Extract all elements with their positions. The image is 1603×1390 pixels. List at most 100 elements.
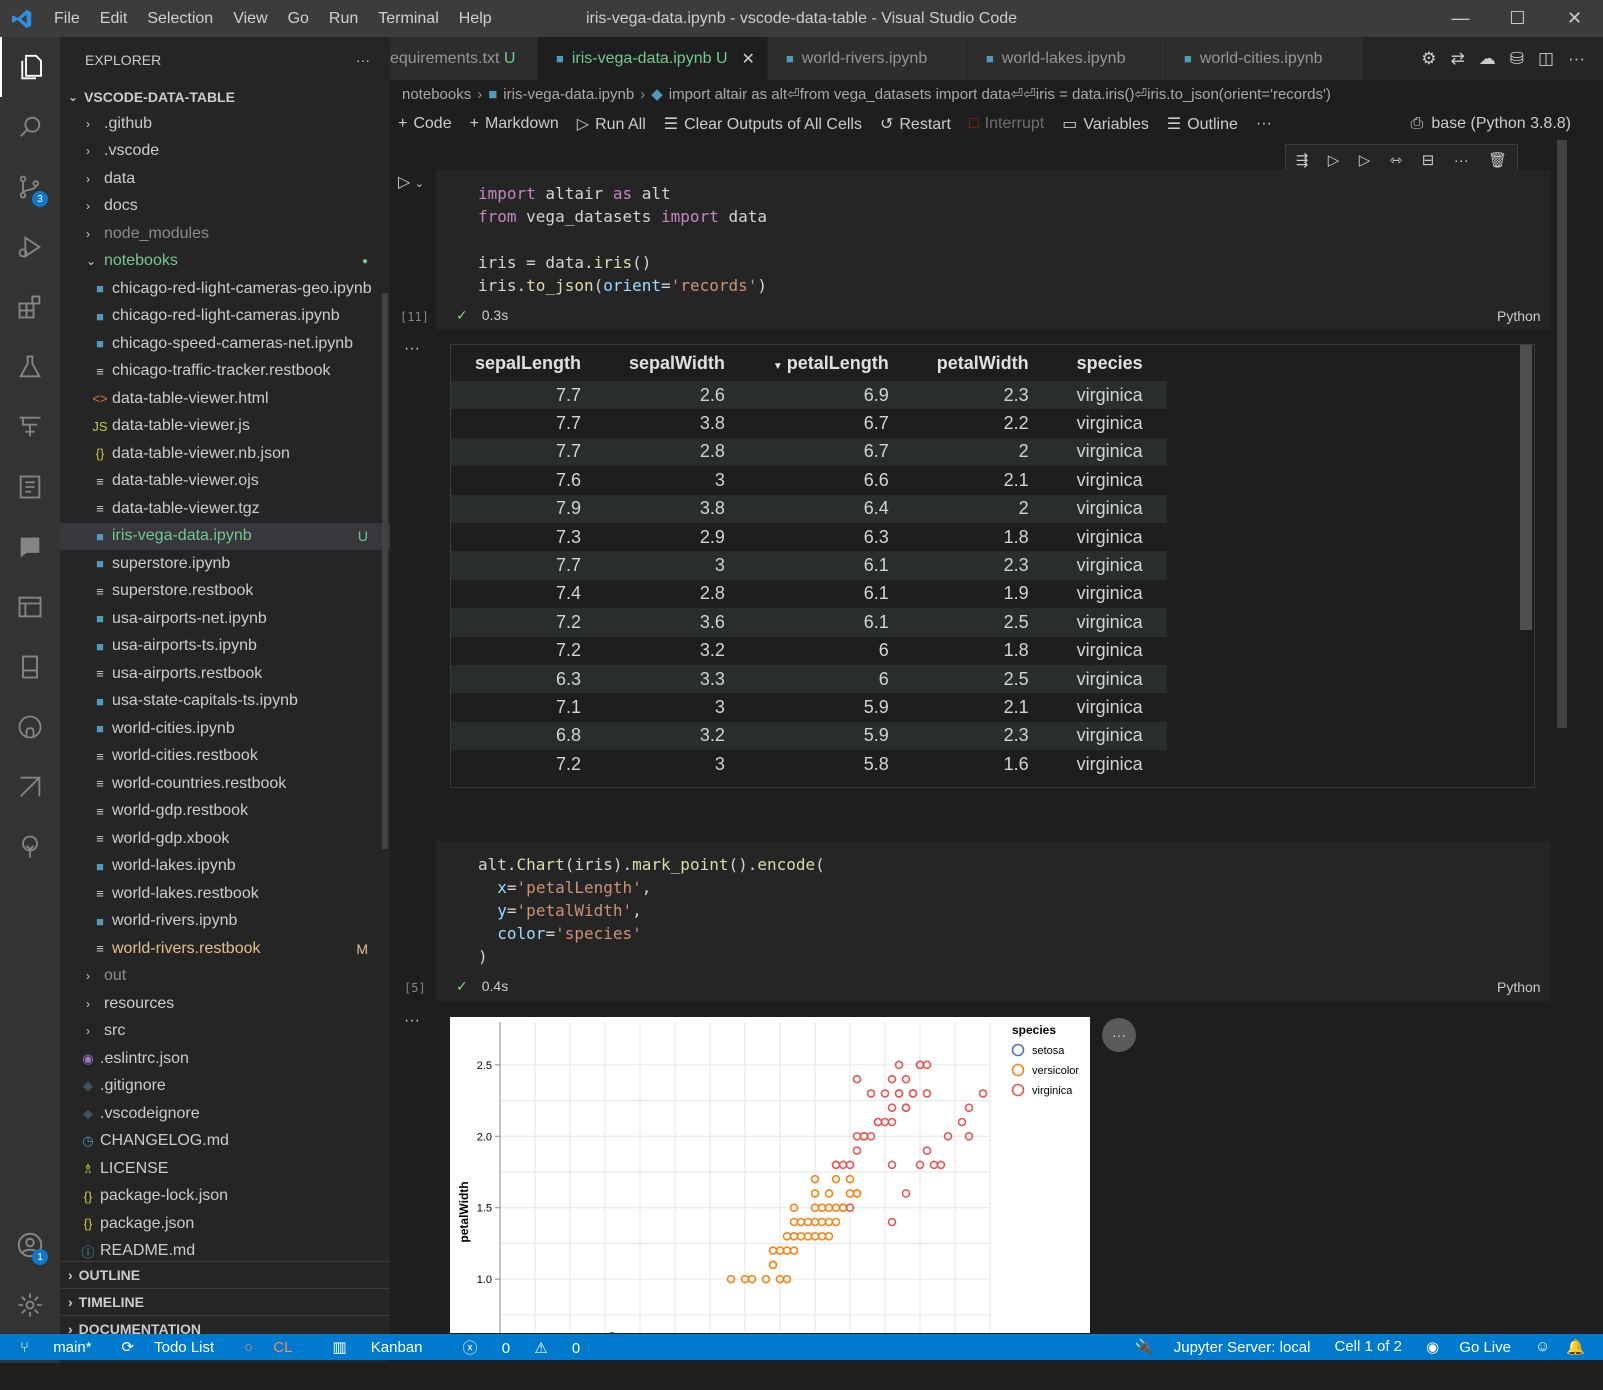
code-editor-1[interactable]: import altair as alt from vega_datasets … (436, 170, 1551, 309)
file-item[interactable]: {} package.json (60, 1210, 390, 1238)
bookmark-icon[interactable] (0, 637, 60, 697)
file-item[interactable]: ≡ world-rivers.restbook M (60, 935, 390, 963)
table-row[interactable]: 7.3 2.9 6.3 1.8 virginica (451, 523, 1167, 551)
table-row[interactable]: 7.7 2.8 6.7 2 virginica (451, 437, 1167, 467)
add-markdown-button[interactable]: + Markdown (470, 115, 559, 133)
file-item[interactable]: ♗ LICENSE (60, 1155, 390, 1183)
file-item[interactable]: ≡ world-countries.restbook (60, 770, 390, 798)
tab-requirements[interactable]: equirements.txt U (390, 37, 538, 80)
file-item[interactable]: ≡ chicago-traffic-tracker.restbook (60, 358, 390, 386)
table-row[interactable]: 7.7 2.6 6.9 2.3 virginica (451, 381, 1167, 410)
live-share-tab-icon[interactable]: ☁ (1479, 49, 1496, 69)
file-item[interactable]: ◷ CHANGELOG.md (60, 1128, 390, 1156)
interrupt-button[interactable]: □ Interrupt (969, 115, 1044, 133)
run-cell-button[interactable]: ▷ ⌄ (398, 172, 424, 192)
menu-view[interactable]: View (223, 10, 277, 28)
file-item[interactable]: ≡ data-table-viewer.ojs (60, 468, 390, 496)
jupyter-server-status[interactable]: 🔌 Jupyter Server: local (1127, 1338, 1319, 1356)
column-header-sepalLength[interactable]: sepalLength (451, 345, 605, 381)
explorer-icon[interactable] (0, 37, 60, 97)
source-control-icon[interactable]: 3 (0, 157, 60, 217)
variables-button[interactable]: ▭ Variables (1062, 114, 1149, 134)
output-more-icon[interactable]: ··· (404, 340, 420, 358)
breadcrumb-folder[interactable]: notebooks (402, 86, 471, 103)
table-row[interactable]: 7.4 2.8 6.1 1.9 virginica (451, 580, 1167, 608)
explorer-more-button[interactable]: ··· (356, 52, 370, 68)
toolbar-more-button[interactable]: ··· (1256, 115, 1272, 133)
tab-world-lakes[interactable]: ■ world-lakes.ipynb (968, 37, 1166, 80)
column-header-petalLength[interactable]: ▼ petalLength (749, 345, 913, 381)
table-scrollbar[interactable] (1520, 345, 1532, 630)
table-row[interactable]: 7.7 3.8 6.7 2.2 virginica (451, 409, 1167, 437)
more-actions-icon[interactable]: ··· (1568, 49, 1585, 69)
kanban-button[interactable]: ▥ Kanban (322, 1338, 432, 1356)
column-header-petalWidth[interactable]: petalWidth (913, 345, 1053, 381)
notebook-view-icon[interactable] (0, 457, 60, 517)
table-row[interactable]: 7.1 3 5.9 2.1 virginica (451, 693, 1167, 721)
database-icon[interactable]: ⛁ (1510, 49, 1524, 69)
file-item[interactable]: ■ iris-vega-data.ipynb U (60, 522, 390, 550)
menu-run[interactable]: Run (319, 10, 368, 28)
file-item[interactable]: ■ chicago-red-light-cameras.ipynb (60, 303, 390, 331)
outline-button[interactable]: ☰ Outline (1167, 114, 1238, 134)
file-item[interactable]: {} package-lock.json (60, 1183, 390, 1211)
file-item[interactable]: ≡ superstore.restbook (60, 578, 390, 606)
cell-more-icon[interactable]: ··· (1454, 152, 1469, 169)
table-row[interactable]: 7.2 3.6 6.1 2.5 virginica (451, 608, 1167, 637)
github-icon[interactable] (0, 697, 60, 757)
maximize-icon[interactable]: ☐ (1489, 0, 1546, 37)
todo-list-button[interactable]: Todo List (154, 1339, 214, 1356)
go-live-button[interactable]: ◉ Go Live (1418, 1338, 1519, 1356)
menu-go[interactable]: Go (278, 10, 319, 28)
editor-scrollbar[interactable] (1557, 140, 1567, 728)
breadcrumb-file[interactable]: iris-vega-data.ipynb (503, 86, 634, 103)
split-cell-icon[interactable]: ⇿ (1390, 151, 1403, 169)
file-item[interactable]: ≡ world-gdp.xbook (60, 825, 390, 853)
folder-item[interactable]: › src (60, 1018, 390, 1046)
clear-outputs-button[interactable]: ☰ Clear Outputs of All Cells (664, 114, 862, 134)
output-more-icon[interactable]: ··· (404, 1012, 420, 1030)
file-item[interactable]: ■ usa-airports-net.ipynb (60, 605, 390, 633)
table-row[interactable]: 6.8 3.2 5.9 2.3 virginica (451, 721, 1167, 751)
file-item[interactable]: ≡ usa-airports.restbook (60, 660, 390, 688)
search-icon[interactable] (0, 97, 60, 157)
timeline-panel-header[interactable]: › TIMELINE (60, 1288, 390, 1315)
file-item[interactable]: ■ superstore.ipynb (60, 550, 390, 578)
remote-explorer-icon[interactable] (0, 397, 60, 457)
live-share-icon[interactable] (0, 757, 60, 817)
menu-terminal[interactable]: Terminal (368, 10, 448, 28)
execute-above-icon[interactable]: ▷ (1328, 151, 1340, 169)
code-cell-1[interactable]: import altair as alt from vega_datasets … (436, 170, 1551, 330)
execute-below-icon[interactable]: ▷ (1359, 151, 1371, 169)
folder-item[interactable]: › .vscode (60, 138, 390, 166)
menu-edit[interactable]: Edit (90, 10, 138, 28)
kernel-picker[interactable]: ⎙ base (Python 3.8.8) (1411, 115, 1571, 133)
file-item[interactable]: ■ usa-state-capitals-ts.ipynb (60, 688, 390, 716)
tab-world-rivers[interactable]: ■ world-rivers.ipynb (768, 37, 968, 80)
collapse-cell-icon[interactable]: ⊟ (1422, 151, 1435, 169)
file-item[interactable]: ≡ world-gdp.restbook (60, 798, 390, 826)
folder-item[interactable]: ⌄ notebooks ● (60, 248, 390, 276)
table-row[interactable]: 7.2 3.2 6 1.8 virginica (451, 637, 1167, 665)
folder-item[interactable]: › data (60, 165, 390, 193)
file-item[interactable]: ≡ world-cities.restbook (60, 743, 390, 771)
file-item[interactable]: {} data-table-viewer.nb.json (60, 440, 390, 468)
run-debug-icon[interactable] (0, 217, 60, 277)
testing-icon[interactable] (0, 337, 60, 397)
workspace-root[interactable]: ⌄ VSCODE-DATA-TABLE (60, 83, 390, 110)
cell-language-1[interactable]: Python (1497, 308, 1541, 324)
compare-icon[interactable]: ⇄ (1450, 49, 1464, 69)
sidebar-scrollbar[interactable] (382, 293, 388, 849)
tab-world-cities[interactable]: ■ world-cities.ipynb (1166, 37, 1364, 80)
add-code-button[interactable]: + Code (398, 115, 452, 133)
settings-gear-icon[interactable] (0, 1275, 60, 1335)
tab-iris-vega-data[interactable]: ■ iris-vega-data.ipynb U ✕ (538, 37, 768, 80)
accounts-icon[interactable]: 1 (0, 1215, 60, 1275)
file-item[interactable]: ◆ .gitignore (60, 1073, 390, 1101)
code-cell-2[interactable]: alt.Chart(iris).mark_point().encode( x='… (436, 841, 1551, 1001)
cell-language-2[interactable]: Python (1497, 979, 1541, 995)
file-item[interactable]: ≡ world-lakes.restbook (60, 880, 390, 908)
outline-panel-header[interactable]: › OUTLINE (60, 1261, 390, 1288)
column-header-species[interactable]: species (1053, 345, 1167, 381)
folder-item[interactable]: › .github (60, 110, 390, 138)
